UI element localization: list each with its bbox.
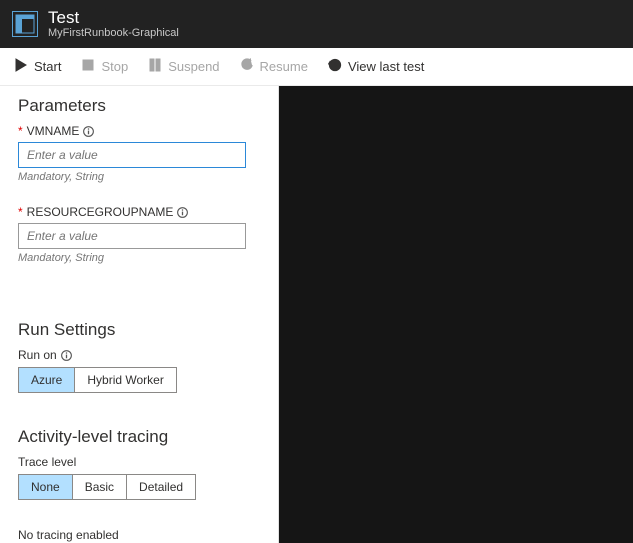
runsettings-heading: Run Settings (18, 320, 260, 340)
rgname-hint: Mandatory, String (18, 252, 260, 264)
pause-icon (148, 58, 162, 75)
view-last-test-button[interactable]: View last test (328, 58, 424, 75)
suspend-label: Suspend (168, 59, 219, 74)
settings-panel: Parameters * VMNAME Mandatory, String * … (0, 86, 279, 543)
info-icon[interactable] (83, 126, 94, 137)
refresh-icon (240, 58, 254, 75)
stop-label: Stop (101, 59, 128, 74)
tracelevel-label: Trace level (18, 455, 76, 469)
required-star: * (18, 205, 23, 219)
parameters-heading: Parameters (18, 96, 260, 116)
play-icon (14, 58, 28, 75)
trace-basic[interactable]: Basic (73, 475, 127, 499)
vmname-label: VMNAME (27, 124, 80, 138)
required-star: * (18, 124, 23, 138)
trace-none[interactable]: None (19, 475, 73, 499)
header-titles: Test MyFirstRunbook-Graphical (48, 8, 179, 40)
info-icon[interactable] (177, 207, 188, 218)
resume-label: Resume (260, 59, 308, 74)
start-button[interactable]: Start (14, 58, 61, 75)
runon-hybrid[interactable]: Hybrid Worker (75, 368, 175, 392)
blade-header: Test MyFirstRunbook-Graphical (0, 0, 633, 48)
runon-azure[interactable]: Azure (19, 368, 75, 392)
stop-button[interactable]: Stop (81, 58, 128, 75)
param-vmname: * VMNAME Mandatory, String (18, 124, 260, 183)
content-columns: Parameters * VMNAME Mandatory, String * … (0, 86, 633, 543)
vmname-hint: Mandatory, String (18, 171, 260, 183)
runon-label: Run on (18, 348, 57, 362)
tracelevel-segmented: None Basic Detailed (18, 474, 196, 500)
page-title: Test (48, 8, 179, 28)
vmname-input[interactable] (18, 142, 246, 168)
start-label: Start (34, 59, 61, 74)
page-subtitle: MyFirstRunbook-Graphical (48, 27, 179, 40)
resume-button[interactable]: Resume (240, 58, 308, 75)
tracing-note: No tracing enabled (18, 528, 260, 542)
history-icon (328, 58, 342, 75)
info-icon[interactable] (61, 350, 72, 361)
rgname-label: RESOURCEGROUPNAME (27, 205, 174, 219)
toolbar: Start Stop Suspend Resume View last test (0, 48, 633, 86)
output-pane (279, 86, 633, 543)
param-rgname: * RESOURCEGROUPNAME Mandatory, String (18, 205, 260, 264)
view-last-test-label: View last test (348, 59, 424, 74)
runon-segmented: Azure Hybrid Worker (18, 367, 177, 393)
stop-icon (81, 58, 95, 75)
runbook-test-icon (12, 11, 38, 37)
trace-detailed[interactable]: Detailed (127, 475, 195, 499)
rgname-input[interactable] (18, 223, 246, 249)
suspend-button[interactable]: Suspend (148, 58, 219, 75)
tracing-heading: Activity-level tracing (18, 427, 260, 447)
